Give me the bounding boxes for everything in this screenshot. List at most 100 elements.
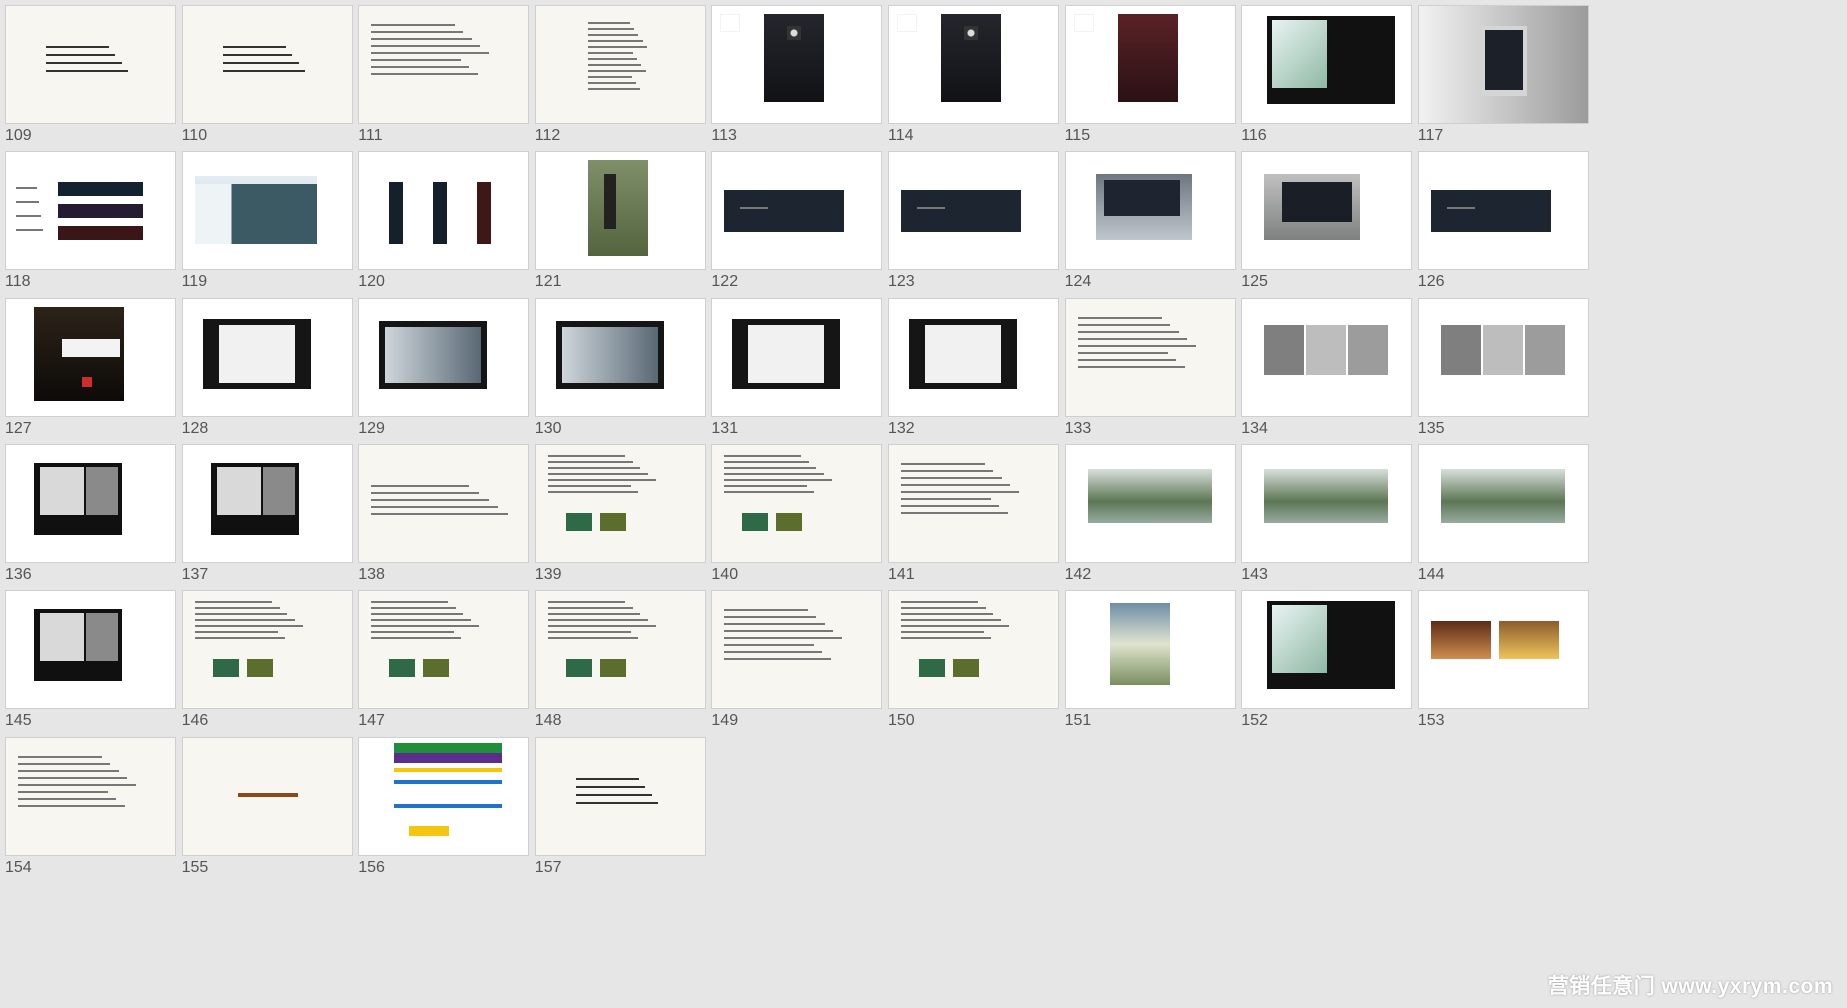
slide-thumbnail[interactable]: 156 [353,732,530,875]
slide-preview [1417,590,1589,710]
slide-thumbnail[interactable]: 155 [177,732,353,875]
slide-thumbnail[interactable]: 136 [0,439,176,582]
text-line [46,70,128,72]
slide-number: 149 [711,712,739,730]
text-line [587,40,643,42]
slide-thumbnail[interactable]: 148 [530,585,706,729]
text-line [575,801,658,804]
slide-thumbnail[interactable]: 149 [706,585,883,729]
slide-thumbnail[interactable]: 109 [0,0,176,144]
slide-number: 152 [1241,712,1268,730]
text-line [371,613,464,616]
slide-thumbnail[interactable]: 123 [883,146,1059,290]
slide-thumbnail[interactable]: 111 [353,0,530,144]
text-line [371,45,481,47]
text-line [901,476,1002,479]
text-line [222,46,286,48]
slide-thumbnail[interactable]: 140 [706,439,883,582]
slide-thumbnail[interactable]: 144 [1413,439,1589,582]
text-line [194,625,303,628]
slide-thumbnail[interactable]: 120 [353,146,530,290]
text-line [371,38,473,40]
text-line [901,625,1009,628]
slide-thumbnail[interactable]: 125 [1236,146,1413,290]
slide-thumbnail[interactable]: 113 [706,0,883,144]
banner [58,204,143,219]
bar [394,779,503,784]
slide-thumbnail[interactable]: 114 [883,0,1059,144]
slide-thumbnail[interactable]: 131 [706,293,883,436]
slide-preview [888,443,1059,563]
slide-preview [1241,297,1413,417]
text-line [1077,365,1185,368]
slide-thumbnail[interactable]: 137 [177,439,353,582]
text-line [901,497,991,500]
slide-preview [534,151,706,271]
slide-thumbnail[interactable]: 132 [883,293,1059,436]
slide-thumbnail[interactable]: 117 [1413,0,1589,144]
slide-number: 148 [534,712,562,730]
slide-thumbnail[interactable]: 142 [1060,439,1236,582]
slide-thumbnail[interactable]: 145 [0,585,176,729]
slide-thumbnail[interactable]: 121 [530,146,706,290]
slide-thumbnail[interactable]: 135 [1413,293,1589,436]
slide-preview [1241,443,1413,563]
image [953,659,979,678]
slide-number: 143 [1241,565,1268,583]
slide-thumbnail[interactable]: 157 [530,732,706,875]
slide-thumbnail[interactable]: 124 [1060,146,1236,290]
slide-number: 146 [181,712,209,730]
banner [58,226,143,241]
slide-thumbnail[interactable]: 112 [530,0,706,144]
slide-thumbnail[interactable]: 119 [177,146,353,290]
slide-number: 111 [358,127,383,144]
slide-thumbnail[interactable]: 133 [1060,293,1236,436]
slide-thumbnail[interactable]: 141 [883,439,1059,582]
slide-preview [358,5,530,124]
text-line [371,637,462,640]
text-line [1077,330,1179,333]
book [925,324,1001,383]
slide-thumbnail[interactable]: 153 [1413,585,1589,729]
slide-thumbnail[interactable]: 128 [177,293,353,436]
slide-thumbnail[interactable]: 151 [1060,585,1236,729]
slide-thumbnail[interactable]: 115 [1060,0,1236,144]
text-line [16,187,37,190]
text-line [587,64,641,66]
slide-number: 144 [1417,565,1445,583]
slide-thumbnail[interactable]: 134 [1236,293,1413,436]
slide-thumbnail[interactable]: 154 [0,732,176,875]
slide-number: 118 [5,273,31,291]
text-line [724,609,809,612]
slide-thumbnail[interactable]: 139 [530,439,706,582]
slide-preview [358,443,530,563]
slide-thumbnail[interactable]: 116 [1236,0,1413,144]
text-line [547,460,633,463]
slide-thumbnail[interactable]: 146 [177,585,353,729]
slide-thumbnail[interactable]: 126 [1413,146,1589,290]
slide-number: 142 [1064,565,1092,583]
photo [1482,324,1523,375]
text-line [371,484,470,487]
slide-thumbnail[interactable]: 130 [530,293,706,436]
slide-thumbnail[interactable]: 122 [706,146,883,290]
slide-thumbnail[interactable]: 147 [353,585,530,729]
image [565,659,592,678]
slide-thumbnail[interactable]: 150 [883,585,1059,729]
text-line [724,616,817,619]
text-line [724,637,843,640]
text-line [547,478,656,481]
slide-thumbnail[interactable]: 152 [1236,585,1413,729]
slide-number: 116 [1241,127,1267,144]
bar [394,767,503,772]
slide-thumbnail[interactable]: 143 [1236,439,1413,582]
brochure-page [40,466,84,515]
slide-preview [711,151,883,271]
slide-thumbnail[interactable]: 127 [0,293,176,436]
text-line [901,483,1010,486]
slide-thumbnail[interactable]: 138 [353,439,530,582]
slide-thumbnail[interactable]: 129 [353,293,530,436]
slide-thumbnail[interactable]: 110 [177,0,353,144]
slide-thumbnail[interactable]: 118 [0,146,176,290]
banner [724,190,845,233]
